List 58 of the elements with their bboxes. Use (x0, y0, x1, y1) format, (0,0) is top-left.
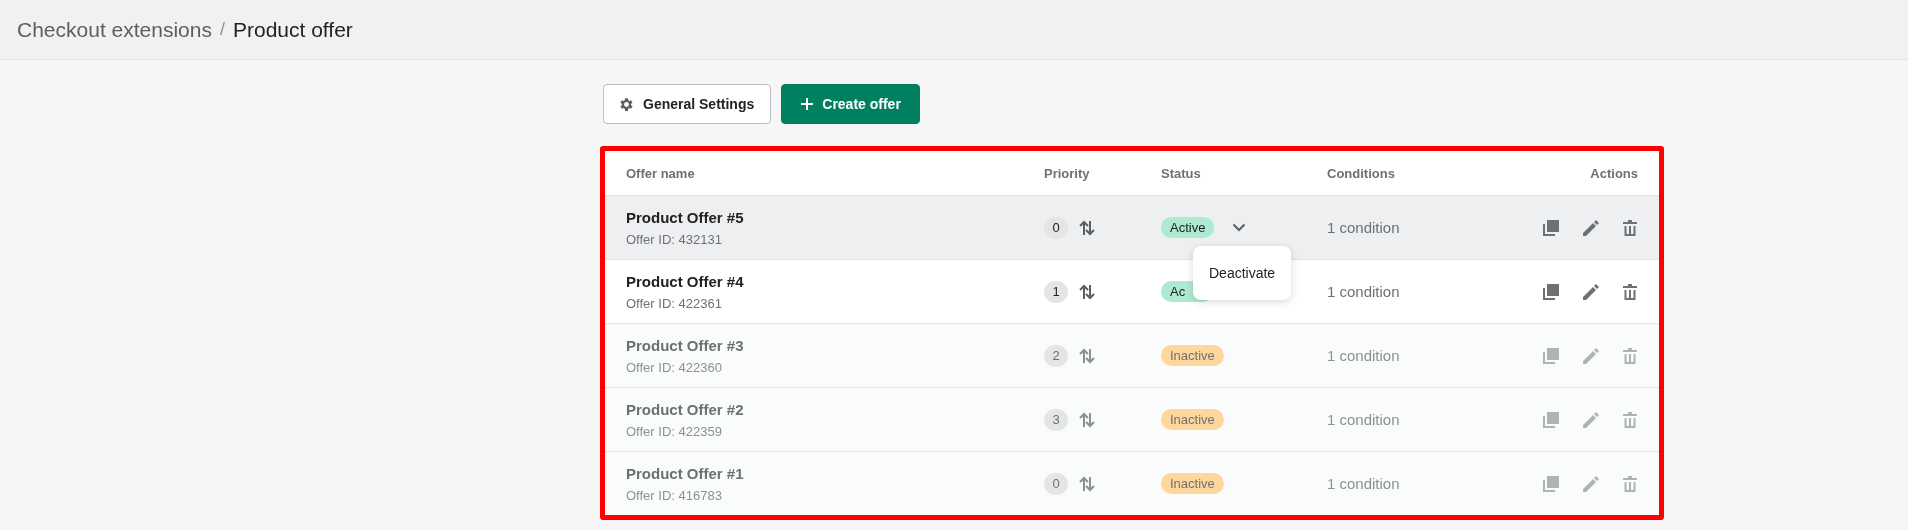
delete-icon[interactable] (1622, 346, 1638, 365)
status-badge: Inactive (1161, 473, 1224, 494)
duplicate-icon[interactable] (1542, 474, 1560, 493)
offer-id: Offer ID: 432131 (626, 231, 723, 247)
plus-icon (800, 97, 815, 111)
edit-icon[interactable] (1582, 282, 1600, 301)
status-badge: Inactive (1161, 409, 1224, 430)
offer-name: Product Offer #5 (626, 208, 745, 226)
menu-item[interactable]: Deactivate (1209, 265, 1276, 281)
conditions-text: 1 condition (1327, 347, 1401, 364)
offer-name: Product Offer #4 (626, 272, 745, 290)
duplicate-icon[interactable] (1542, 410, 1560, 429)
column-header: Conditions (1327, 165, 1396, 181)
gear-icon (618, 95, 635, 113)
sort-arrows-icon[interactable] (1078, 474, 1096, 493)
priority-badge: 1 (1044, 280, 1068, 303)
column-header: Actions (1589, 165, 1638, 181)
status-badge: Active (1161, 217, 1215, 238)
page-title: Product offer (232, 17, 353, 42)
duplicate-icon[interactable] (1542, 346, 1560, 365)
duplicate-icon[interactable] (1542, 282, 1560, 301)
delete-icon[interactable] (1622, 282, 1638, 301)
offer-id: Offer ID: 422359 (626, 423, 723, 439)
priority-badge: 2 (1044, 344, 1068, 367)
column-header: Offer name (626, 165, 696, 181)
sort-arrows-icon[interactable] (1078, 410, 1096, 429)
breadcrumb-separator: / (219, 19, 225, 40)
delete-icon[interactable] (1622, 218, 1638, 237)
priority-badge: 3 (1044, 408, 1068, 431)
priority-badge: 0 (1044, 472, 1068, 495)
duplicate-icon[interactable] (1542, 218, 1560, 237)
general-settings-button[interactable]: General Settings (603, 84, 772, 124)
chevron-down-icon[interactable] (1232, 223, 1247, 232)
offer-id: Offer ID: 422360 (626, 359, 723, 375)
breadcrumb-link[interactable]: Checkout extensions (17, 17, 212, 42)
offer-name: Product Offer #3 (626, 336, 745, 354)
edit-icon[interactable] (1582, 346, 1600, 365)
sort-arrows-icon[interactable] (1078, 346, 1096, 365)
column-header: Status (1161, 165, 1202, 181)
delete-icon[interactable] (1622, 474, 1638, 493)
conditions-text: 1 condition (1327, 411, 1401, 428)
offer-name: Product Offer #2 (626, 400, 745, 418)
delete-icon[interactable] (1622, 410, 1638, 429)
edit-icon[interactable] (1582, 218, 1600, 237)
conditions-text: 1 condition (1327, 219, 1401, 236)
priority-badge: 0 (1044, 216, 1068, 239)
conditions-text: 1 condition (1327, 283, 1401, 300)
offer-id: Offer ID: 416783 (626, 487, 723, 503)
offer-name: Product Offer #1 (626, 464, 745, 482)
create-offer-button[interactable]: Create offer (781, 84, 920, 124)
sort-arrows-icon[interactable] (1078, 218, 1096, 237)
edit-icon[interactable] (1582, 474, 1600, 493)
status-badge: Inactive (1161, 345, 1224, 366)
offer-id: Offer ID: 422361 (626, 295, 723, 311)
conditions-text: 1 condition (1327, 475, 1401, 492)
edit-icon[interactable] (1582, 410, 1600, 429)
column-header: Priority (1044, 165, 1091, 181)
sort-arrows-icon[interactable] (1078, 282, 1096, 301)
